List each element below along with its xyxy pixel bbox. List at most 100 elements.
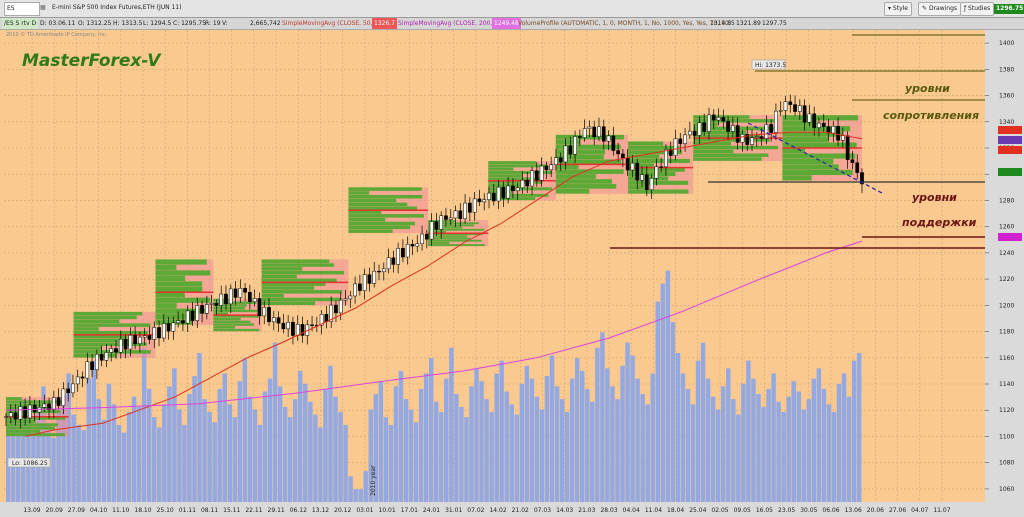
- date-tick-37: 13.06: [845, 507, 862, 514]
- volume-bar: [81, 430, 86, 502]
- volume-bar: [680, 373, 686, 502]
- volume-bar: [207, 412, 212, 502]
- price-tick-1080: 1080: [999, 460, 1014, 467]
- volume-bar: [393, 386, 399, 502]
- candle-body: [759, 136, 764, 139]
- profile-row: [261, 267, 303, 271]
- profile-row: [348, 225, 411, 230]
- date-tick-10: 22.11: [245, 507, 262, 514]
- price-tick-1400: 1400: [999, 40, 1014, 47]
- candle-body: [142, 335, 147, 338]
- price-chart[interactable]: 1060 1080 1100 1120 1140 1160 1180 1200 1220 1240…: [0, 30, 1024, 517]
- volume-bar: [479, 381, 484, 502]
- volume-bar: [212, 422, 217, 502]
- profile-row: [348, 191, 370, 195]
- chart-window: ES ▦ E-mini S&P 500 Index Futures,ETH (J…: [0, 0, 1024, 517]
- candle-body: [630, 162, 635, 171]
- volume-bar: [338, 412, 343, 502]
- candle-body: [209, 303, 214, 305]
- candle-body: [707, 114, 711, 132]
- volume-bar: [494, 373, 499, 502]
- candle-body: [291, 321, 295, 336]
- candle-body: [731, 125, 735, 132]
- style-button[interactable]: ▾ Style: [884, 2, 912, 16]
- profile-row: [155, 314, 197, 320]
- volume-bar: [418, 388, 424, 502]
- resistance-label-2: сопротивления: [883, 109, 979, 122]
- volume-bar: [781, 412, 786, 502]
- volume-bar: [519, 383, 525, 502]
- volume-bar: [484, 399, 489, 502]
- profile-row: [693, 145, 778, 150]
- status-range: R: 19: [205, 20, 221, 27]
- price-tick-1060: 1060: [999, 486, 1014, 493]
- candle-body: [836, 125, 840, 141]
- profile-row: [155, 281, 203, 287]
- volume-bar: [328, 365, 333, 502]
- volume-bar: [348, 476, 353, 502]
- candle-body: [424, 233, 429, 240]
- candle-body: [654, 166, 659, 179]
- candle-body: [190, 310, 195, 321]
- date-tick-40: 04.07: [911, 507, 928, 514]
- candle-body: [582, 128, 587, 138]
- date-tick-25: 21.03: [578, 507, 595, 514]
- volume-bar: [247, 396, 253, 502]
- volume-bar: [509, 404, 514, 502]
- volume-bar: [126, 412, 132, 502]
- candle-body: [850, 159, 855, 164]
- candle-body: [415, 243, 420, 247]
- support-label-2: поддержки: [902, 216, 977, 229]
- candle-body: [23, 406, 27, 419]
- candle-body: [42, 403, 47, 408]
- profile-row: [261, 278, 337, 283]
- profile-row: [348, 194, 423, 199]
- candle-body: [716, 117, 721, 121]
- symbol-tag[interactable]: /ES S rtv D: [2, 18, 39, 29]
- candle-body: [243, 288, 247, 293]
- profile-row: [213, 317, 241, 321]
- profile-row: [427, 241, 450, 244]
- volume-bar: [811, 378, 817, 502]
- drawings-button[interactable]: ✎ Drawings: [918, 2, 962, 16]
- volume-bar: [388, 424, 394, 502]
- candle-body: [123, 338, 128, 350]
- studies-button[interactable]: ƒ Studies: [960, 2, 995, 16]
- candle-body: [477, 198, 482, 203]
- volume-bar: [534, 396, 540, 502]
- candle-body: [377, 270, 381, 273]
- symbol-input[interactable]: ES: [4, 2, 40, 16]
- volume-bar: [439, 412, 444, 502]
- date-tick-32: 09.05: [734, 507, 751, 514]
- candle-body: [109, 348, 114, 353]
- candle-body: [515, 187, 520, 192]
- candle-body: [644, 174, 649, 191]
- candle-body: [568, 145, 573, 155]
- volume-bar: [791, 381, 796, 502]
- volume-bar: [141, 347, 147, 502]
- study-sma50[interactable]: SimpleMovingAvg (CLOSE, 50, 0): [282, 18, 381, 29]
- volume-bar: [655, 301, 660, 502]
- study-volume-profile[interactable]: VolumeProfile (AUTOMATIC, 1, 0, MONTH, 1…: [518, 18, 731, 29]
- profile-row: [488, 161, 537, 165]
- candle-body: [4, 416, 8, 418]
- volume-bar: [428, 358, 434, 502]
- price-tick-1360: 1360: [999, 93, 1014, 100]
- volume-bar: [217, 388, 222, 502]
- volume-bar: [766, 388, 771, 502]
- candle-body: [334, 304, 338, 314]
- volume-bar: [449, 347, 454, 502]
- volume-bar: [257, 424, 263, 502]
- volume-bar: [383, 417, 389, 502]
- volume-bar: [836, 383, 842, 502]
- link-icon[interactable]: ▦: [40, 2, 48, 14]
- profile-row: [555, 179, 612, 184]
- profile-row: [261, 263, 334, 267]
- study-sma200[interactable]: SimpleMovingAvg (CLOSE, 200, 0): [398, 18, 500, 29]
- volume-bar: [469, 386, 474, 502]
- resistance-label-1: уровни: [905, 82, 950, 95]
- volume-bar: [544, 376, 550, 502]
- volume-bar: [363, 471, 368, 502]
- date-tick-41: 11.07: [933, 507, 950, 514]
- candle-body: [444, 215, 448, 220]
